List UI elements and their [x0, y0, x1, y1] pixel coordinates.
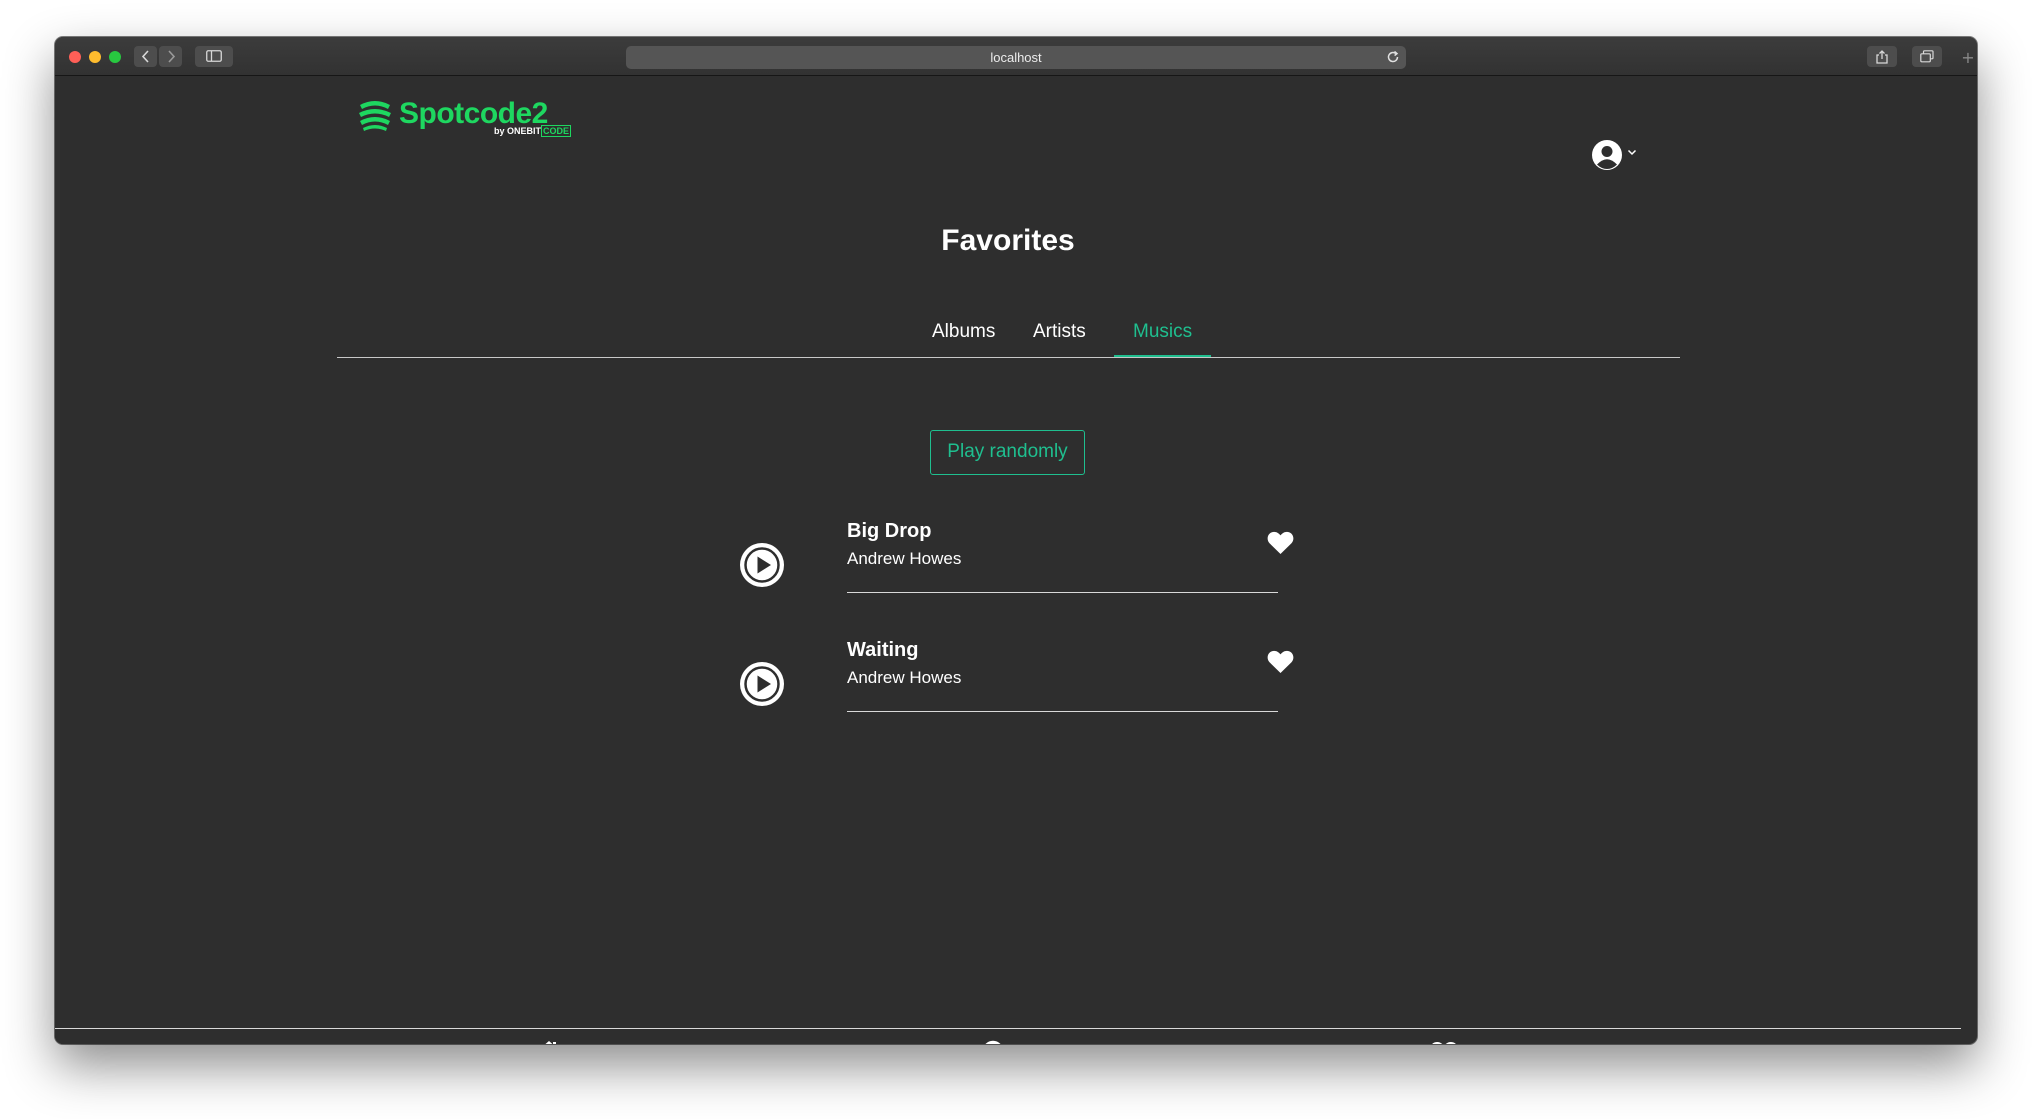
tab-musics[interactable]: Musics: [1114, 313, 1212, 357]
page-title: Favorites: [941, 224, 1075, 257]
search-icon: [985, 1040, 1001, 1044]
user-menu[interactable]: [1591, 139, 1637, 175]
share-button[interactable]: [1867, 46, 1897, 67]
track-artist: Andrew Howes: [847, 549, 962, 568]
heart-icon: [1432, 1041, 1456, 1044]
browser-window: localhost + Spotcode2 by ONEBIT CODE Fav…: [55, 37, 1977, 1044]
new-tab-button[interactable]: +: [1959, 47, 1977, 69]
chevron-left-icon: [141, 50, 149, 63]
sidebar-icon: [206, 50, 222, 62]
logo-by: by: [494, 126, 505, 136]
track-title: Waiting: [847, 639, 919, 661]
chevron-right-icon: [167, 50, 175, 63]
logo-byline: by ONEBIT CODE: [494, 125, 572, 137]
logo-brand: ONEBIT: [507, 126, 542, 136]
tabs-overview-button[interactable]: [1912, 46, 1942, 67]
logo-brand-code: CODE: [541, 125, 572, 137]
track-info: Big Drop Andrew Howes: [847, 518, 1278, 593]
maximize-window-button[interactable]: [109, 51, 121, 63]
heart-icon[interactable]: [1267, 650, 1294, 674]
track-artist: Andrew Howes: [847, 668, 962, 687]
logo-waves-icon: [359, 101, 391, 131]
sidebar-toggle-button[interactable]: [195, 46, 233, 67]
track-title: Big Drop: [847, 520, 932, 542]
home-icon: [545, 1041, 556, 1044]
browser-titlebar: localhost +: [55, 37, 1977, 76]
user-circle-icon: [1592, 140, 1622, 170]
tabs-icon: [1920, 50, 1934, 63]
favorites-tabs: Albums Artists Musics: [337, 313, 1680, 358]
bottom-nav: [55, 1028, 1961, 1044]
reload-icon[interactable]: [1386, 50, 1400, 64]
play-randomly-button[interactable]: Play randomly: [930, 430, 1085, 475]
minimize-window-button[interactable]: [89, 51, 101, 63]
share-icon: [1876, 50, 1888, 64]
nav-favorites[interactable]: [1429, 1039, 1459, 1044]
tab-artists[interactable]: Artists: [1014, 313, 1105, 357]
back-button[interactable]: [134, 46, 157, 67]
play-icon[interactable]: [740, 662, 784, 706]
forward-button[interactable]: [159, 46, 182, 67]
address-bar[interactable]: localhost: [626, 46, 1406, 69]
track-row: Big Drop Andrew Howes: [735, 518, 1335, 608]
address-bar-url: localhost: [990, 50, 1042, 65]
close-window-button[interactable]: [69, 51, 81, 63]
tab-albums[interactable]: Albums: [913, 313, 1014, 357]
play-icon[interactable]: [740, 543, 784, 587]
track-row: Waiting Andrew Howes: [735, 637, 1335, 727]
app: Spotcode2 by ONEBIT CODE Favorites Albums…: [55, 76, 1961, 1044]
nav-home[interactable]: [534, 1039, 564, 1044]
chevron-down-icon: [1627, 149, 1637, 156]
heart-icon[interactable]: [1267, 531, 1294, 555]
nav-search[interactable]: [981, 1039, 1011, 1044]
track-info: Waiting Andrew Howes: [847, 637, 1278, 712]
